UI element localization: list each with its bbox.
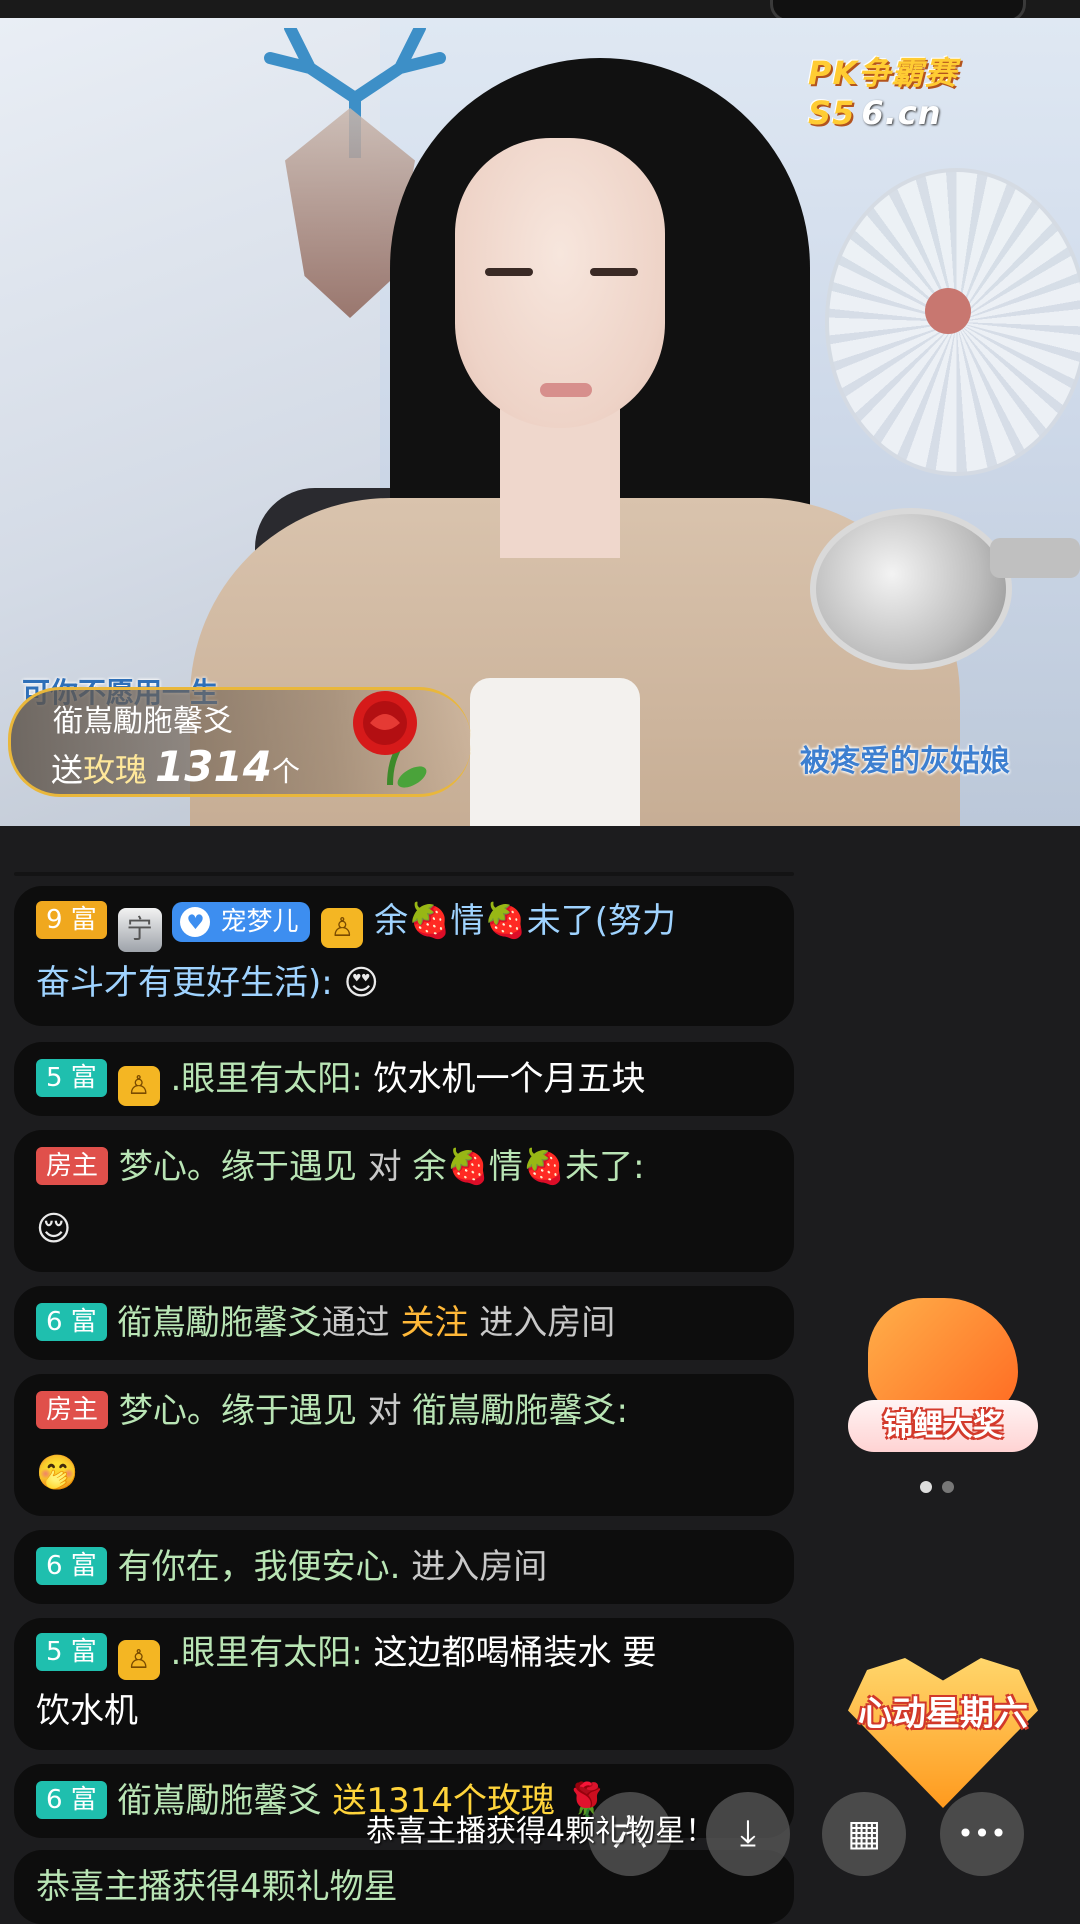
host-badge: 房主 (36, 1147, 109, 1185)
message-text: 这边都喝桶装水 要 (373, 1633, 657, 1673)
connector-text: 对 (367, 1147, 402, 1187)
wealth-level-badge: 6 富 (36, 1781, 107, 1819)
gift-unit: 个 (271, 755, 300, 788)
chat-message: 恭喜主播获得4颗礼物星 (14, 1850, 794, 1924)
more-button[interactable]: ••• (940, 1792, 1024, 1876)
dot-active (920, 1481, 932, 1493)
chat-message[interactable]: 房主 梦心。缘于遇见 对 衜嶌勵胣馨爻: 🤭 (14, 1374, 794, 1516)
user-name[interactable]: .眼里有太阳: (170, 1633, 362, 1673)
chat-message[interactable]: 5 富 ♙ .眼里有太阳: 饮水机一个月五块 (14, 1042, 794, 1116)
gift-sender: 衜嶌勵胣馨爻 (53, 704, 233, 739)
gift-name: 玫瑰 (83, 751, 148, 789)
chat-line-cont: 奋斗才有更好生活): 😍 (36, 952, 379, 1014)
chat-message[interactable]: 5 富 ♙ .眼里有太阳: 这边都喝桶装水 要 饮水机 (14, 1618, 794, 1750)
chat-line: 6 富 衜嶌勵胣馨爻通过 关注 进入房间 (36, 1292, 615, 1354)
emoji: 😌 (36, 1209, 72, 1249)
microphone (810, 508, 1012, 670)
chat-line-cont: 饮水机 (36, 1680, 138, 1742)
saturday-label: 心动星期六 (858, 1694, 1028, 1734)
gift-line: 送玫瑰 1314个 (51, 742, 300, 791)
more-icon: ••• (957, 1817, 1007, 1850)
mic-arm (990, 538, 1080, 578)
streamer-top (470, 678, 640, 826)
user-name[interactable]: 衜嶌勵胣馨爻 (118, 1781, 322, 1821)
chat-line: 5 富 ♙ .眼里有太阳: 这边都喝桶装水 要 (36, 1622, 656, 1684)
chat-line-cont: 😌 (36, 1198, 71, 1260)
message-text: 饮水机一个月五块 (373, 1059, 646, 1099)
koi-label: 锦鲤大奖 (848, 1400, 1038, 1452)
dot-inactive (942, 1481, 954, 1493)
right-eye (590, 268, 638, 276)
user-name[interactable]: 衜嶌勵胣馨爻 (118, 1303, 322, 1343)
gift-count: 1314 (155, 742, 272, 791)
wealth-level-badge: 5 富 (36, 1059, 107, 1097)
user-name[interactable]: .眼里有太阳: (170, 1059, 362, 1099)
left-eye (485, 268, 533, 276)
enter-text: 进入房间 (411, 1547, 548, 1587)
user-name[interactable]: 余🍓情🍓未了(努力 (374, 901, 676, 941)
user-icon: ♙ (321, 908, 364, 948)
toast-notification: 恭喜主播获得4颗礼物星！ (366, 1814, 716, 1849)
wealth-level-badge: 5 富 (36, 1633, 107, 1671)
message-text-cont: 饮水机 (36, 1691, 138, 1731)
wealth-level-badge: 6 富 (36, 1303, 107, 1341)
heart-icon: ♥ (180, 907, 211, 937)
user-name[interactable]: 有你在，我便安心. (118, 1547, 401, 1587)
fan-hub (925, 288, 971, 334)
lips (540, 383, 592, 397)
chat-line: 5 富 ♙ .眼里有太阳: 饮水机一个月五块 (36, 1048, 646, 1110)
connector-text: 对 (367, 1391, 402, 1431)
chat-line: 房主 梦心。缘于遇见 对 衜嶌勵胣馨爻: (36, 1380, 628, 1442)
connector-text: 通过 (321, 1303, 390, 1343)
carousel-dots (920, 1478, 964, 1497)
download-icon: ⤓ (740, 1813, 756, 1854)
enter-text: 进入房间 (479, 1303, 616, 1343)
chat-message[interactable]: 6 富 有你在，我便安心. 进入房间 (14, 1530, 794, 1604)
grid-icon: ▦ (846, 1813, 881, 1854)
rose-icon (353, 691, 427, 788)
emoji: 🤭 (36, 1453, 79, 1493)
system-message: 恭喜主播获得4颗礼物星 (36, 1867, 398, 1907)
saturday-heart-activity[interactable]: 心动星期六 (838, 1628, 1048, 1813)
wealth-level-badge: 9 富 (36, 901, 107, 939)
chat-message[interactable]: 9 富 宁 ♥ 宠梦儿 ♙ 余🍓情🍓未了(努力 奋斗才有更好生活): 😍 (14, 886, 794, 1026)
chat-message[interactable]: 6 富 衜嶌勵胣馨爻通过 关注 进入房间 (14, 1286, 794, 1360)
emoji: 😍 (343, 963, 379, 1003)
chat-line: 房主 梦心。缘于遇见 对 余🍓情🍓未了: (36, 1136, 645, 1198)
event-logo: PK争霸赛S5 6.cn (808, 48, 1080, 132)
user-icon: ♙ (117, 1066, 160, 1106)
user-name[interactable]: 梦心。缘于遇见 (119, 1147, 357, 1187)
download-button[interactable]: ⤓ (706, 1792, 790, 1876)
fanclub-name: 宠梦儿 (220, 907, 299, 937)
user-icon: ♙ (117, 1640, 160, 1680)
target-name[interactable]: 余🍓情🍓未了: (412, 1147, 644, 1187)
host-badge: 房主 (36, 1391, 109, 1429)
chat-row-clipped (14, 872, 794, 876)
chat-line: 6 富 有你在，我便安心. 进入房间 (36, 1536, 547, 1598)
grid-menu-button[interactable]: ▦ (822, 1792, 906, 1876)
guard-medal-icon: 宁 (117, 908, 162, 952)
chat-line: 恭喜主播获得4颗礼物星 (36, 1856, 398, 1918)
chat-line-cont: 🤭 (36, 1442, 78, 1504)
chat-message[interactable]: 房主 梦心。缘于遇见 对 余🍓情🍓未了: 😌 (14, 1130, 794, 1272)
chat-line: 9 富 宁 ♥ 宠梦儿 ♙ 余🍓情🍓未了(努力 (36, 890, 676, 952)
follow-action: 关注 (400, 1303, 469, 1343)
gift-prefix: 送 (51, 751, 84, 789)
site-logo: 6.cn (861, 94, 942, 132)
koi-prize-activity[interactable]: 锦鲤大奖 (838, 1288, 1048, 1458)
user-name[interactable]: 梦心。缘于遇见 (119, 1391, 357, 1431)
streamer-name: 被疼爱的灰姑娘 (800, 744, 1010, 779)
fanclub-badge: ♥ 宠梦儿 (172, 902, 311, 942)
user-name-cont: 奋斗才有更好生活): (36, 963, 333, 1003)
target-name[interactable]: 衜嶌勵胣馨爻: (412, 1391, 627, 1431)
wealth-level-badge: 6 富 (36, 1547, 107, 1585)
status-strip (0, 0, 1080, 22)
